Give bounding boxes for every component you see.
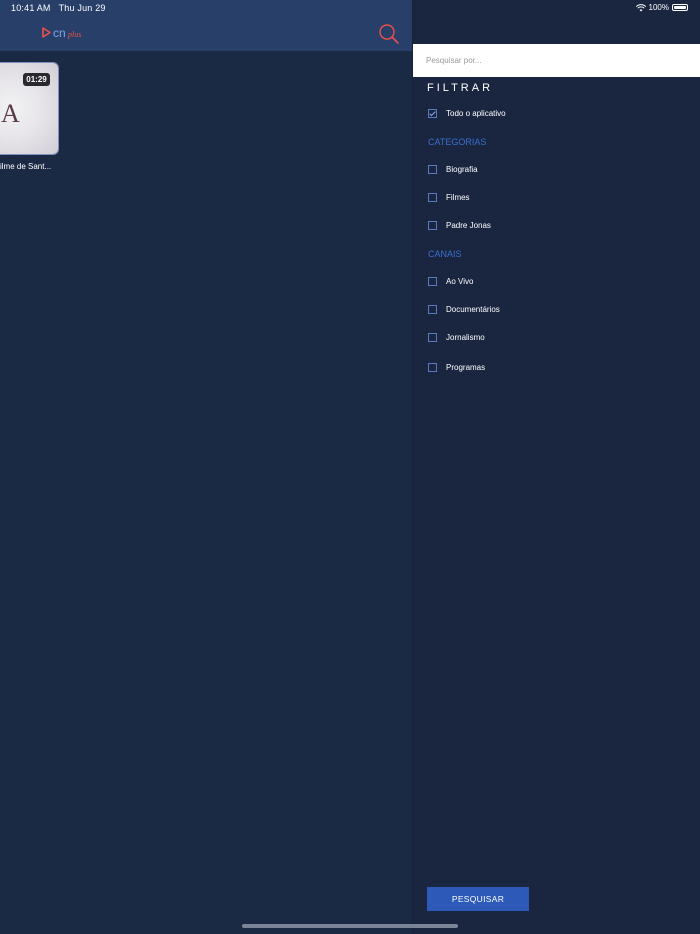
wifi-icon (635, 3, 646, 11)
pesquisar-button[interactable]: PESQUISAR (427, 887, 529, 911)
logo-suffix: plus (67, 30, 81, 39)
option-label: Padre Jonas (446, 220, 491, 230)
checkbox-icon[interactable] (428, 304, 437, 314)
option-label: Programas (446, 362, 486, 372)
categories-section-label: CATEGORIAS (428, 137, 487, 147)
option-label: Jornalismo (446, 332, 485, 342)
checkbox-icon[interactable] (428, 362, 437, 372)
battery-icon (672, 4, 688, 11)
video-thumbnail[interactable]: A 01:29 (0, 63, 58, 154)
filter-option-ao-vivo[interactable]: Ao Vivo (428, 275, 473, 287)
logo-text: cn (53, 26, 66, 40)
filter-option-programas[interactable]: Programas (428, 361, 485, 373)
app-screen: 10:41 AM Thu Jun 29 cn plus A 01:29 ilme… (0, 0, 700, 934)
battery-level (674, 6, 686, 9)
filter-option-all-app[interactable]: Todo o aplicativo (428, 107, 506, 119)
filter-heading: FILTRAR (427, 82, 494, 94)
video-title[interactable]: ilme de Sant... (0, 162, 60, 171)
status-indicators: 100% (635, 3, 688, 12)
checkbox-icon[interactable] (428, 332, 437, 342)
filter-option-biografia[interactable]: Biografia (428, 163, 478, 175)
channels-section-label: CANAIS (428, 249, 462, 259)
app-header: 10:41 AM Thu Jun 29 cn plus (0, 0, 413, 51)
filter-panel: 100% FILTRAR Todo o aplicativo CATEGORIA… (413, 0, 700, 934)
status-time: 10:41 AM Thu Jun 29 (11, 3, 106, 13)
home-indicator[interactable] (242, 924, 458, 928)
filter-option-documentarios[interactable]: Documentários (428, 303, 500, 315)
checkbox-checked-icon[interactable] (428, 108, 437, 118)
battery-percent: 100% (648, 3, 669, 12)
option-label: Todo o aplicativo (446, 108, 506, 118)
duration-badge: 01:29 (23, 73, 50, 86)
filter-option-filmes[interactable]: Filmes (428, 191, 470, 203)
cnplus-logo-icon[interactable]: cn plus (41, 24, 87, 42)
filter-option-jornalismo[interactable]: Jornalismo (428, 331, 485, 343)
option-label: Biografia (446, 164, 478, 174)
filter-option-padre-jonas[interactable]: Padre Jonas (428, 219, 491, 231)
option-label: Ao Vivo (446, 276, 474, 286)
thumbnail-letter: A (1, 99, 20, 128)
checkbox-icon[interactable] (428, 220, 437, 230)
option-label: Filmes (446, 192, 470, 202)
content-pane: 10:41 AM Thu Jun 29 cn plus A 01:29 ilme… (0, 0, 413, 934)
status-clock: 10:41 AM (11, 3, 51, 13)
status-date: Thu Jun 29 (58, 3, 106, 13)
search-input[interactable] (413, 44, 700, 77)
checkbox-icon[interactable] (428, 192, 437, 202)
checkbox-icon[interactable] (428, 276, 437, 286)
video-card[interactable]: A 01:29 (0, 63, 60, 155)
checkbox-icon[interactable] (428, 164, 437, 174)
option-label: Documentários (446, 304, 500, 314)
search-icon[interactable] (377, 22, 401, 46)
